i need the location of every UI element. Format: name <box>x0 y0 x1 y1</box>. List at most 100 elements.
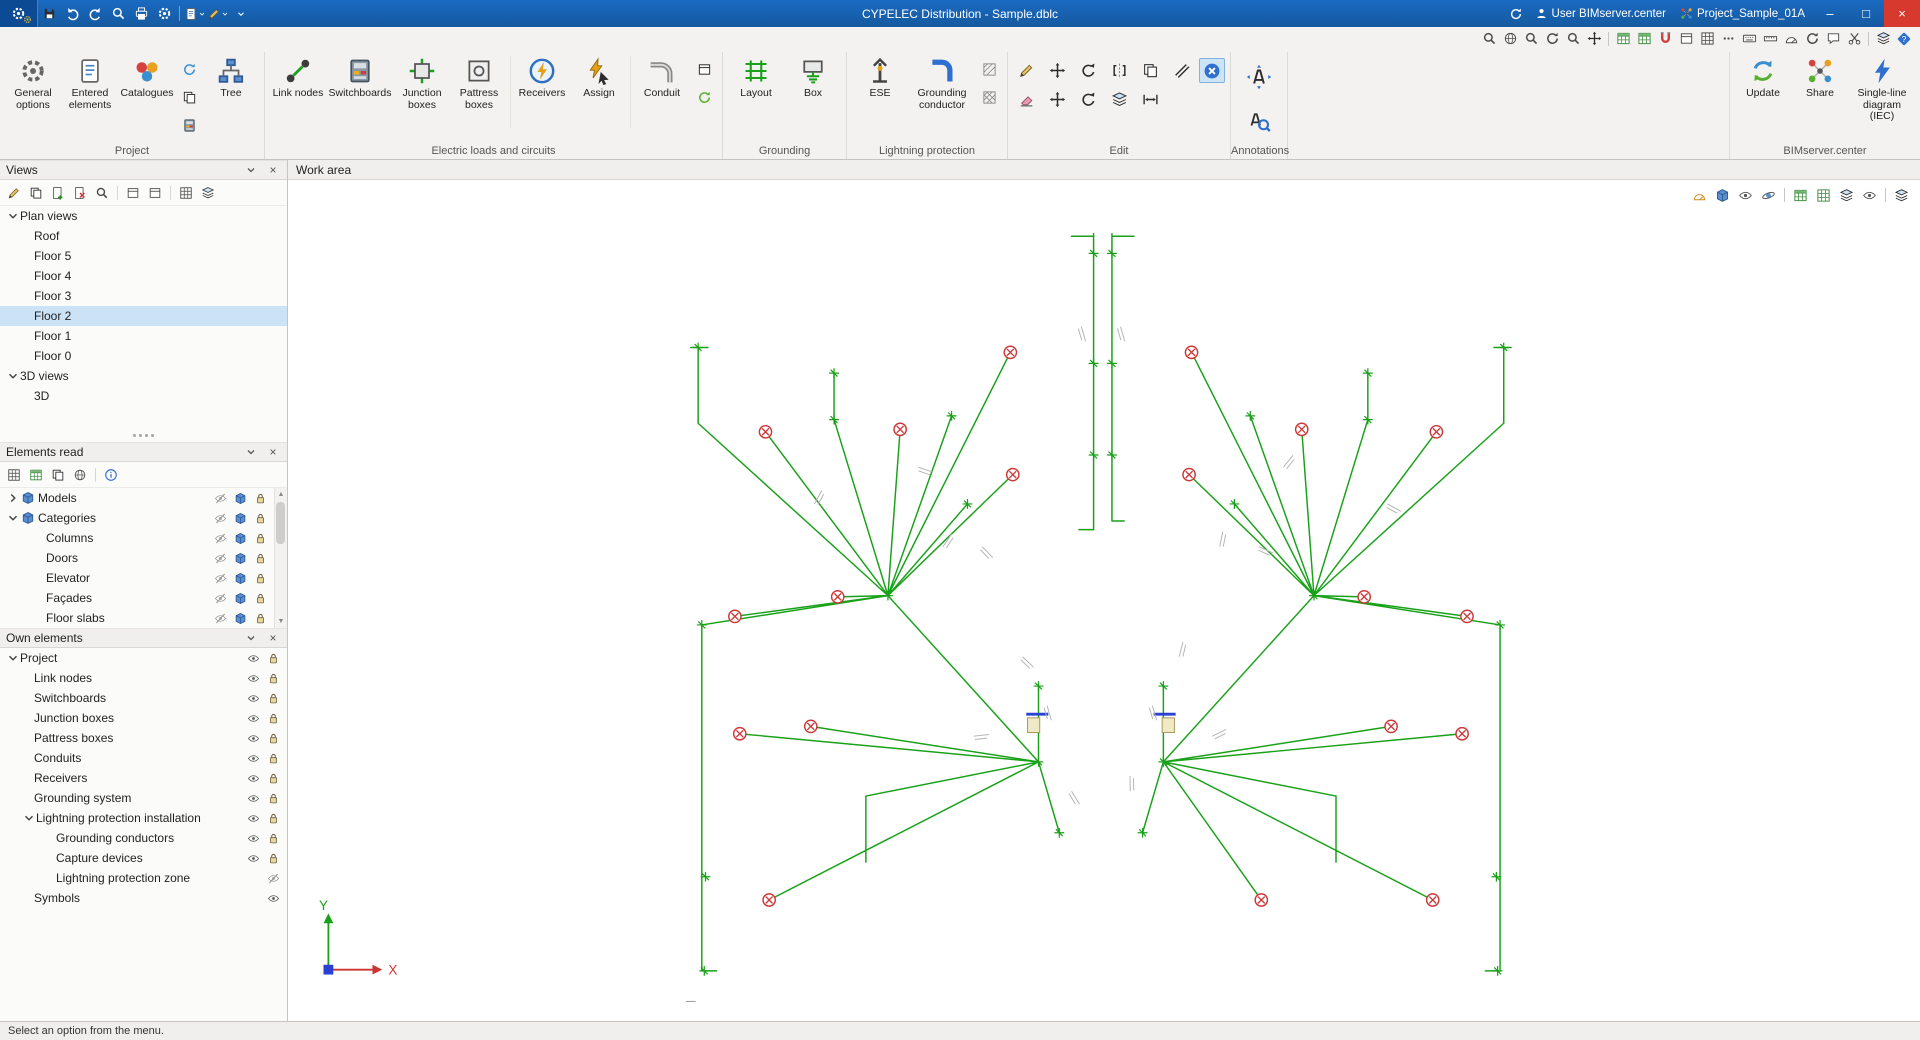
project-library-button[interactable] <box>176 113 202 138</box>
lock-icon[interactable] <box>267 652 280 665</box>
tree-item-models[interactable]: Models <box>0 488 274 508</box>
check-table-icon[interactable] <box>1790 185 1811 205</box>
model-3d-icon[interactable] <box>234 532 247 545</box>
tree-item-floor-4[interactable]: Floor 4 <box>0 266 287 286</box>
move-origin-button[interactable] <box>1044 87 1070 112</box>
edit-view-icon[interactable] <box>4 183 24 203</box>
offset-button[interactable] <box>1168 58 1194 83</box>
general-options-button[interactable]: General options <box>5 52 61 136</box>
layers-config-icon[interactable] <box>198 183 218 203</box>
minimize-button[interactable]: – <box>1812 0 1848 27</box>
lock-icon[interactable] <box>254 572 267 585</box>
tree-item-floor-slabs[interactable]: Floor slabs <box>0 608 274 628</box>
tree-item-lightning-protection-installation[interactable]: Lightning protection installation <box>0 808 287 828</box>
tree-item-project[interactable]: Project <box>0 648 287 668</box>
lock-icon[interactable] <box>267 832 280 845</box>
lock-icon[interactable] <box>254 512 267 525</box>
edit-menu-icon[interactable] <box>206 2 229 26</box>
quick-access-more-icon[interactable] <box>229 2 252 26</box>
model-3d-icon[interactable] <box>234 512 247 525</box>
visibility-off-icon[interactable] <box>214 572 227 585</box>
protractor-icon[interactable] <box>1781 29 1801 48</box>
layers-icon[interactable] <box>1873 29 1893 48</box>
model-3d-icon[interactable] <box>234 572 247 585</box>
visibility-icon[interactable] <box>247 772 260 785</box>
visibility-off-icon[interactable] <box>214 492 227 505</box>
visibility-icon[interactable] <box>247 652 260 665</box>
redraw-icon[interactable] <box>1542 29 1562 48</box>
tree-item-switchboards[interactable]: Switchboards <box>0 688 287 708</box>
scroll-thumb[interactable] <box>276 502 285 544</box>
results-grid-icon[interactable] <box>1813 185 1834 205</box>
conduit-update-button[interactable] <box>691 85 717 110</box>
info-icon[interactable] <box>101 465 121 485</box>
grid-config-icon[interactable] <box>176 183 196 203</box>
update-button[interactable]: Update <box>1735 52 1791 136</box>
move-button[interactable] <box>1044 58 1070 83</box>
visibility-icon[interactable] <box>247 792 260 805</box>
reference-layers-icon[interactable] <box>1891 185 1912 205</box>
grounding-conductor-button[interactable]: Grounding conductor <box>909 52 975 136</box>
measure-angle-icon[interactable] <box>1689 185 1710 205</box>
lock-icon[interactable] <box>267 812 280 825</box>
zoom-scale-icon[interactable] <box>1563 29 1583 48</box>
visibility-off-icon[interactable] <box>214 612 227 625</box>
lock-icon[interactable] <box>267 672 280 685</box>
zoom-window-icon[interactable] <box>1479 29 1499 48</box>
grounding-layout-button[interactable]: Layout <box>728 52 784 136</box>
delete-button[interactable] <box>1199 58 1225 83</box>
lock-icon[interactable] <box>254 492 267 505</box>
tree-item-3d-views[interactable]: 3D views <box>0 366 287 386</box>
tree-item-pattress-boxes[interactable]: Pattress boxes <box>0 728 287 748</box>
scroll-down-icon[interactable]: ▼ <box>275 615 287 628</box>
work-area-tab[interactable]: Work area <box>288 160 1920 180</box>
sync-icon[interactable] <box>1505 2 1528 26</box>
visibility-icon[interactable] <box>247 672 260 685</box>
tree-item-grounding-system[interactable]: Grounding system <box>0 788 287 808</box>
visibility-icon[interactable] <box>267 892 280 905</box>
tree-item-3d[interactable]: 3D <box>0 386 287 406</box>
assign-button[interactable]: Assign <box>571 52 627 136</box>
filter-globe-icon[interactable] <box>70 465 90 485</box>
share-button[interactable]: Share <box>1792 52 1848 136</box>
zoom-extents-icon[interactable] <box>1500 29 1520 48</box>
zoom-icon[interactable] <box>107 2 130 26</box>
visibility-icon[interactable] <box>247 732 260 745</box>
filter-grid-icon[interactable] <box>4 465 24 485</box>
tree-item-plan-views[interactable]: Plan views <box>0 206 287 226</box>
link-nodes-button[interactable]: Link nodes <box>270 52 326 136</box>
tree-item-facades[interactable]: Façades <box>0 588 274 608</box>
print-icon[interactable] <box>130 2 153 26</box>
drawings-table-icon[interactable] <box>1634 29 1654 48</box>
grounding-box-button[interactable]: Box <box>785 52 841 136</box>
visibility-icon[interactable] <box>247 852 260 865</box>
lock-icon[interactable] <box>254 612 267 625</box>
lock-icon[interactable] <box>267 732 280 745</box>
eraser-button[interactable] <box>1013 87 1039 112</box>
tree-item-link-nodes[interactable]: Link nodes <box>0 668 287 688</box>
visibility-icon[interactable] <box>247 832 260 845</box>
conduit-diagram-button[interactable] <box>691 57 717 82</box>
mesh-zone-dense-button[interactable] <box>976 85 1002 110</box>
visibility-options-icon[interactable] <box>1735 185 1756 205</box>
bimserver-user-button[interactable]: User BIMserver.center <box>1528 0 1673 27</box>
ruler-icon[interactable] <box>1760 29 1780 48</box>
lock-icon[interactable] <box>267 852 280 865</box>
regenerate-icon[interactable] <box>1802 29 1822 48</box>
lock-icon[interactable] <box>267 712 280 725</box>
tree-item-receivers[interactable]: Receivers <box>0 768 287 788</box>
cut-icon[interactable] <box>1844 29 1864 48</box>
stretch-button[interactable] <box>1137 87 1163 112</box>
tree-item-junction-boxes[interactable]: Junction boxes <box>0 708 287 728</box>
filter-copy-icon[interactable] <box>48 465 68 485</box>
single-line-diagram-button[interactable]: Single-line diagram (IEC) <box>1849 52 1915 136</box>
model-3d-icon[interactable] <box>234 612 247 625</box>
filter-table-icon[interactable] <box>26 465 46 485</box>
scrollbar[interactable]: ▲ ▼ <box>274 488 287 628</box>
copy-button[interactable] <box>1137 58 1163 83</box>
tree-item-lightning-protection-zone[interactable]: Lightning protection zone <box>0 868 287 888</box>
entered-elements-button[interactable]: Entered elements <box>62 52 118 136</box>
tree-item-grounding-conductors[interactable]: Grounding conductors <box>0 828 287 848</box>
export-menu-icon[interactable] <box>183 2 206 26</box>
lock-icon[interactable] <box>254 532 267 545</box>
